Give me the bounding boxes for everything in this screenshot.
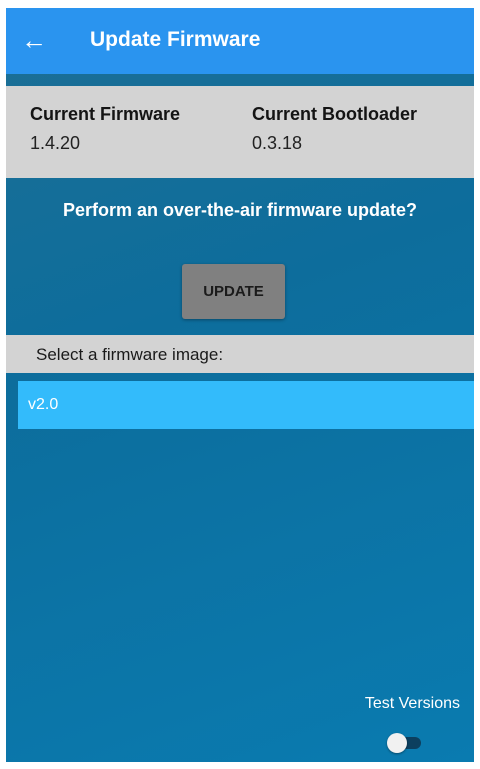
test-versions-label: Test Versions	[364, 695, 460, 712]
page-title: Update Firmware	[90, 28, 261, 51]
firmware-screen: ← Update Firmware Current Firmware 1.4.2…	[6, 8, 474, 762]
toggle-thumb[interactable]	[387, 733, 407, 753]
current-bootloader-block: Current Bootloader 0.3.18	[252, 104, 417, 154]
current-firmware-value: 1.4.20	[30, 133, 81, 153]
current-bootloader-value: 0.3.18	[252, 133, 303, 153]
current-bootloader-label: Current Bootloader	[252, 104, 418, 124]
current-firmware-label: Current Firmware	[30, 104, 181, 124]
app-bar: ← Update Firmware	[6, 8, 474, 74]
firmware-image-header-label: Select a firmware image:	[36, 345, 224, 364]
firmware-image-item[interactable]: v2.0	[18, 381, 474, 429]
version-info-panel: Current Firmware 1.4.20 Current Bootload…	[6, 86, 474, 178]
test-versions-toggle[interactable]	[387, 733, 421, 753]
arrow-left-icon[interactable]: ←	[20, 26, 48, 54]
update-prompt: Perform an over-the-air firmware update?	[62, 200, 418, 220]
firmware-image-item-label: v2.0	[28, 396, 59, 413]
update-button[interactable]: UPDATE	[182, 264, 285, 319]
firmware-image-header: Select a firmware image:	[6, 335, 474, 373]
current-firmware-block: Current Firmware 1.4.20	[30, 104, 180, 154]
